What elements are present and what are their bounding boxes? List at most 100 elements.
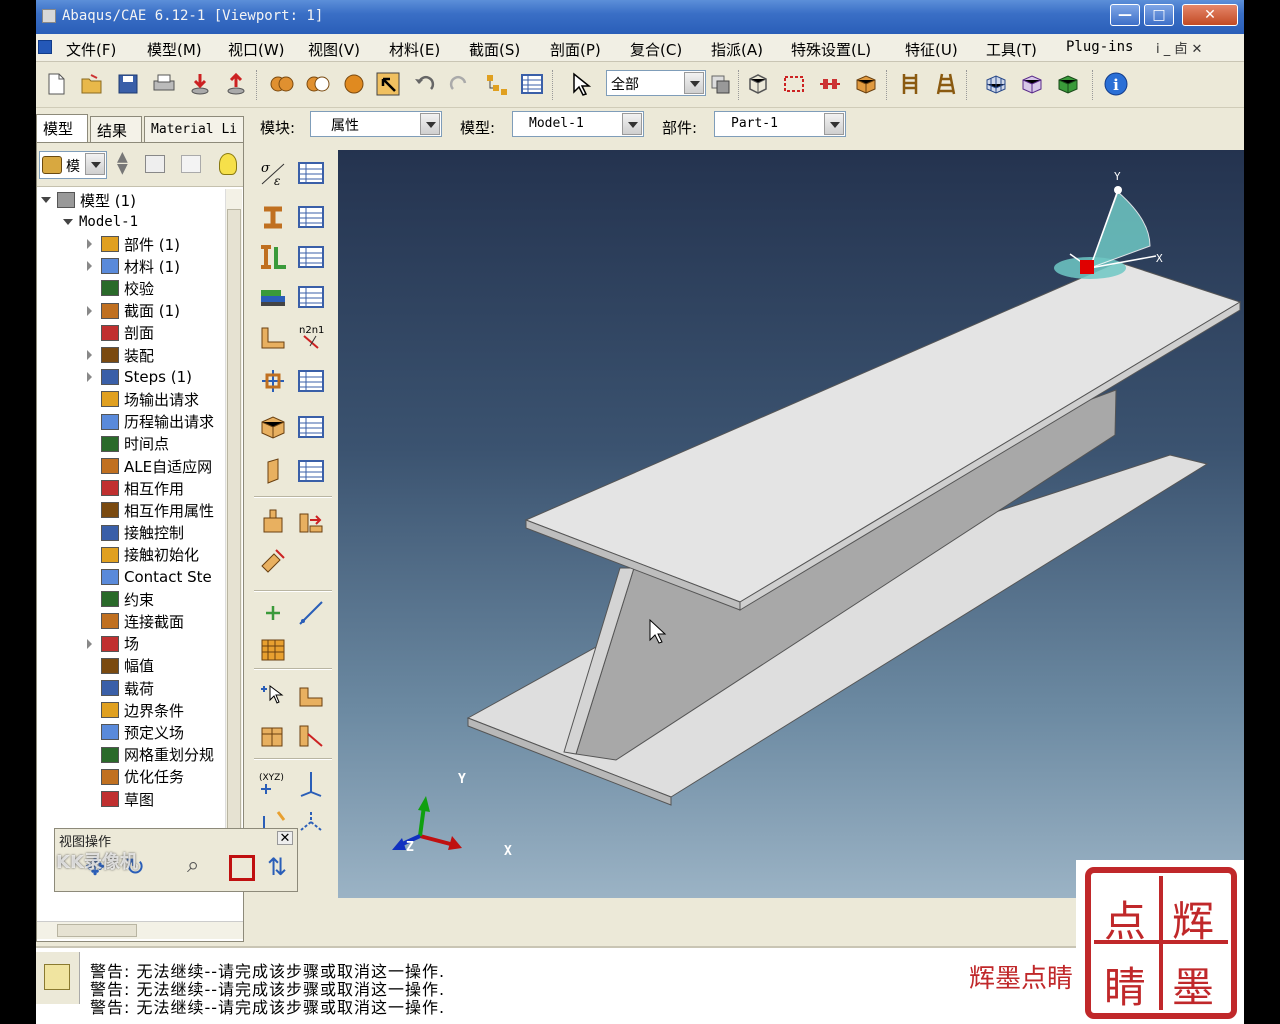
create-datum-plane-icon[interactable] bbox=[256, 632, 290, 666]
minimize-button[interactable]: — bbox=[1110, 4, 1140, 26]
boolean-union-icon[interactable] bbox=[268, 70, 296, 98]
create-datum-point-icon[interactable] bbox=[256, 596, 290, 630]
chevron-down-icon[interactable] bbox=[420, 113, 440, 135]
wireframe-cube-icon[interactable] bbox=[982, 70, 1010, 98]
assign-section-icon[interactable] bbox=[256, 320, 290, 354]
query-arrow-icon[interactable] bbox=[374, 70, 402, 98]
zoom-box-icon[interactable]: ⌕ bbox=[187, 853, 217, 883]
special-inertia-icon[interactable] bbox=[256, 504, 290, 538]
menu-composite[interactable]: 复合(C) bbox=[630, 39, 682, 60]
chevron-down-icon[interactable] bbox=[824, 113, 844, 135]
ladder-tilt-icon[interactable] bbox=[932, 70, 960, 98]
expand-icon[interactable] bbox=[87, 350, 92, 360]
tree-horizontal-scrollbar[interactable] bbox=[37, 921, 243, 939]
profile-manager-icon[interactable] bbox=[294, 240, 328, 274]
element-manager-icon[interactable] bbox=[294, 410, 328, 444]
section-manager-icon[interactable] bbox=[294, 200, 328, 234]
create-profile-icon[interactable] bbox=[256, 240, 290, 274]
tree-item[interactable]: 优化任务 bbox=[101, 766, 184, 788]
tree-item[interactable]: 幅值 bbox=[101, 655, 154, 677]
tree-item[interactable]: 连接截面 bbox=[101, 610, 184, 632]
display-body-icon[interactable] bbox=[852, 70, 880, 98]
partition-face-icon[interactable] bbox=[294, 678, 328, 712]
import-icon[interactable] bbox=[186, 70, 214, 98]
datum-csys-3-points-icon[interactable] bbox=[294, 766, 328, 800]
tree-item[interactable]: 草图 bbox=[101, 788, 154, 810]
maximize-button[interactable]: □ bbox=[1144, 4, 1174, 26]
part-select[interactable]: Part-1 bbox=[714, 111, 846, 137]
new-file-icon[interactable] bbox=[42, 70, 70, 98]
expand-icon[interactable] bbox=[87, 372, 92, 383]
redo-icon[interactable] bbox=[446, 70, 474, 98]
tree-vertical-scrollbar[interactable] bbox=[225, 189, 242, 879]
select-pointer-icon[interactable] bbox=[566, 70, 594, 98]
scrollbar-thumb[interactable] bbox=[227, 209, 241, 849]
expand-icon[interactable] bbox=[87, 305, 92, 316]
open-folder-icon[interactable] bbox=[78, 70, 106, 98]
module-select[interactable]: 属性 bbox=[310, 111, 442, 137]
create-datum-axis-icon[interactable] bbox=[294, 596, 328, 630]
sort-arrows-icon[interactable]: ▲ ▼ bbox=[117, 150, 128, 176]
scrollbar-thumb[interactable] bbox=[57, 924, 137, 937]
message-tab[interactable] bbox=[36, 952, 80, 1004]
hidden-line-cube-icon[interactable] bbox=[1018, 70, 1046, 98]
chevron-down-icon[interactable] bbox=[85, 153, 105, 175]
menu-special[interactable]: 特殊设置(L) bbox=[791, 39, 871, 60]
assign-beam-orientation-icon[interactable] bbox=[256, 364, 290, 398]
tree-item[interactable]: 接触初始化 bbox=[101, 544, 199, 566]
tree-item[interactable]: 部件 (1) bbox=[87, 233, 180, 255]
system-menu-icon[interactable] bbox=[38, 40, 52, 54]
info-icon[interactable]: i bbox=[1102, 70, 1130, 98]
menu-view[interactable]: 视图(V) bbox=[308, 39, 360, 60]
menu-plugins[interactable]: Plug-ins bbox=[1066, 39, 1133, 55]
boolean-cut-icon[interactable] bbox=[304, 70, 332, 98]
tree-item[interactable]: 场输出请求 bbox=[101, 388, 199, 410]
auto-fit-icon[interactable] bbox=[229, 855, 255, 881]
datum-csys-offset-icon[interactable] bbox=[294, 804, 328, 838]
tree-item[interactable]: Steps (1) bbox=[87, 366, 192, 388]
tree-root-models[interactable]: 模型 (1) bbox=[41, 189, 136, 211]
tree-item[interactable]: Contact Ste bbox=[101, 566, 212, 588]
model-select[interactable]: Model-1 bbox=[512, 111, 644, 137]
tab-model[interactable]: 模型 bbox=[36, 114, 88, 142]
tree-item[interactable]: 校验 bbox=[101, 277, 154, 299]
tree-item[interactable]: 相互作用 bbox=[101, 477, 184, 499]
save-icon[interactable] bbox=[114, 70, 142, 98]
tree-item[interactable]: 材料 (1) bbox=[87, 255, 180, 277]
menu-feature[interactable]: 特征(U) bbox=[905, 39, 958, 60]
tree-icon[interactable] bbox=[482, 70, 510, 98]
collapse-icon[interactable] bbox=[63, 219, 73, 225]
partition-edge-icon[interactable] bbox=[294, 718, 328, 752]
tree-item[interactable]: 相互作用属性 bbox=[101, 499, 214, 521]
tree-item[interactable]: 时间点 bbox=[101, 433, 169, 455]
tab-results[interactable]: 结果 bbox=[90, 116, 142, 142]
special-springs-icon[interactable] bbox=[294, 504, 328, 538]
shaded-cube-icon[interactable] bbox=[1054, 70, 1082, 98]
collapse-icon[interactable] bbox=[41, 197, 51, 203]
sphere-icon[interactable] bbox=[340, 70, 368, 98]
box-select-icon[interactable] bbox=[780, 70, 808, 98]
tree-filter-icon[interactable] bbox=[181, 155, 201, 173]
tree-item[interactable]: 接触控制 bbox=[101, 522, 184, 544]
skin-manager-icon[interactable] bbox=[294, 454, 328, 488]
tree-filter-select[interactable]: 模 bbox=[39, 151, 107, 179]
chevron-down-icon[interactable] bbox=[684, 72, 704, 94]
tree-item[interactable]: 载荷 bbox=[101, 677, 154, 699]
menu-assign[interactable]: 指派(A) bbox=[711, 39, 763, 60]
tree-item[interactable]: 约束 bbox=[101, 588, 154, 610]
create-coordinate-system-icon[interactable]: (XYZ) bbox=[256, 766, 290, 800]
remove-selected-icon[interactable] bbox=[816, 70, 844, 98]
menu-model[interactable]: 模型(M) bbox=[147, 39, 202, 60]
tree-item[interactable]: 边界条件 bbox=[101, 699, 184, 721]
tree-item[interactable]: 历程输出请求 bbox=[101, 411, 214, 433]
selection-filter-select[interactable]: 全部 bbox=[606, 70, 706, 96]
close-button[interactable]: ✕ bbox=[1182, 4, 1238, 26]
menu-profile[interactable]: 剖面(P) bbox=[550, 39, 601, 60]
material-manager-icon[interactable] bbox=[294, 156, 328, 190]
special-stringer-icon[interactable] bbox=[256, 544, 290, 578]
tree-node-model-1[interactable]: Model-1 bbox=[63, 211, 138, 233]
tab-material-library[interactable]: Material Li bbox=[144, 116, 244, 142]
close-icon[interactable]: ✕ bbox=[277, 831, 293, 845]
menu-section[interactable]: 截面(S) bbox=[469, 39, 520, 60]
menu-viewport[interactable]: 视口(W) bbox=[228, 39, 285, 60]
